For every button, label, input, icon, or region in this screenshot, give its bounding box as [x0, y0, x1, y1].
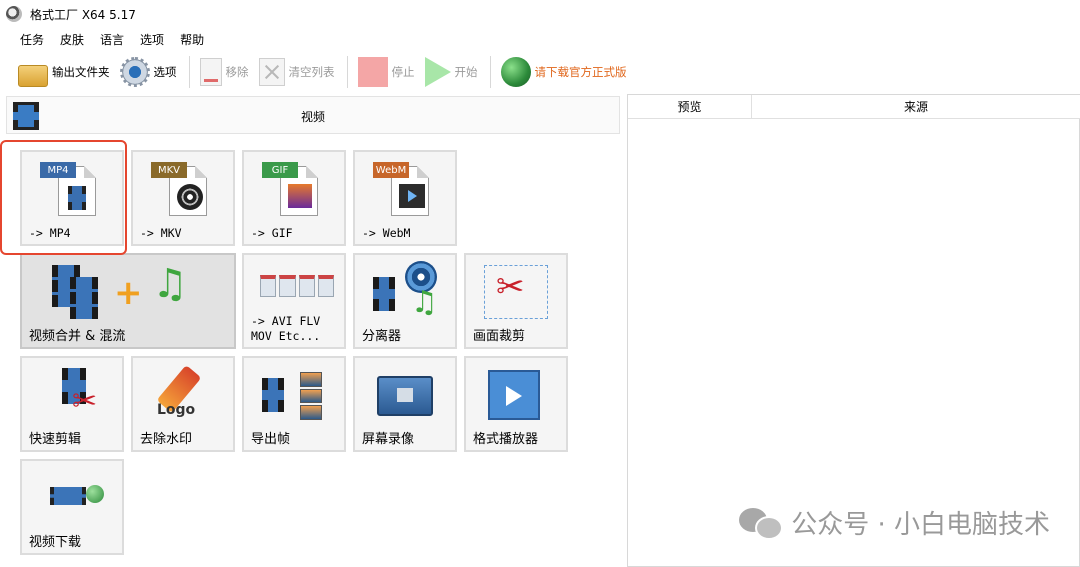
menu-options[interactable]: 选项 [132, 31, 172, 48]
logo-icon: Logo [157, 402, 196, 418]
stop-icon [357, 57, 388, 87]
player-icon [488, 370, 540, 420]
tile-label: -> WebM [362, 226, 411, 240]
watermark: 公众号 · 小白电脑技术 [739, 504, 1050, 541]
tile-export-frames[interactable]: 导出帧 [242, 356, 346, 452]
output-folder-label: 输出文件夹 [52, 65, 110, 79]
clear-list-label: 清空列表 [288, 65, 335, 79]
highlight-annotation [0, 140, 127, 255]
film-icon [262, 378, 284, 412]
tile-quick-edit[interactable]: ✂ 快速剪辑 [20, 356, 124, 452]
category-label: 视频 [300, 110, 325, 124]
tile-to-mkv[interactable]: MKV -> MKV [131, 150, 235, 246]
folder-icon [18, 65, 48, 87]
tile-label: 分离器 [362, 329, 402, 344]
video-play-icon [399, 184, 425, 208]
tile-label: 画面裁剪 [473, 329, 526, 344]
globe-download-icon [500, 57, 531, 87]
webm-badge: WebM [373, 162, 409, 178]
menu-task[interactable]: 任务 [12, 31, 52, 48]
film-icon [70, 277, 98, 319]
film-icon [373, 277, 395, 311]
disc-icon [177, 184, 203, 210]
toolbar-separator [188, 56, 190, 88]
stop-button[interactable]: 停止 [354, 54, 419, 90]
column-preview[interactable]: 预览 [628, 95, 752, 119]
window-title: 格式工厂 X64 5.17 [30, 7, 136, 22]
stop-label: 停止 [391, 65, 415, 79]
wechat-icon [739, 506, 784, 540]
title-bar: 格式工厂 X64 5.17 [0, 0, 1080, 28]
clear-list-button[interactable]: 清空列表 [255, 54, 339, 90]
tile-label: 导出帧 [251, 432, 291, 447]
tile-video-merge[interactable]: + ♫ 视频合并 & 混流 [20, 253, 236, 349]
app-logo-icon [6, 6, 22, 22]
clear-list-icon [258, 58, 285, 86]
monitor-icon [377, 376, 433, 416]
frames-icon [300, 372, 322, 421]
column-source[interactable]: 来源 [752, 95, 1080, 119]
tile-label: 视频合并 & 混流 [29, 329, 126, 344]
start-label: 开始 [454, 65, 478, 79]
tile-to-gif[interactable]: GIF -> GIF [242, 150, 346, 246]
start-button[interactable]: 开始 [421, 54, 482, 90]
toolbar: 输出文件夹 选项 移除 清空列表 停止 开始 请下载官方正式版 [0, 52, 1080, 92]
music-note-icon: ♫ [411, 285, 438, 320]
download-official-label: 请下载官方正式版 [534, 65, 627, 79]
tile-label: 快速剪辑 [29, 432, 82, 447]
tile-label: 去除水印 [140, 432, 193, 447]
plus-icon: + [114, 273, 143, 313]
menu-help[interactable]: 帮助 [172, 31, 212, 48]
tile-label: -> AVI FLV MOV Etc... [251, 314, 321, 343]
tile-to-webm[interactable]: WebM -> WebM [353, 150, 457, 246]
tile-label: -> GIF [251, 226, 293, 240]
tile-label: 屏幕录像 [362, 432, 415, 447]
remove-document-icon [199, 58, 222, 86]
menu-bar: 任务 皮肤 语言 选项 帮助 [0, 28, 1080, 50]
video-category-header[interactable]: 视频 [6, 96, 620, 134]
output-folder-button[interactable]: 输出文件夹 [14, 54, 114, 90]
gif-badge: GIF [262, 162, 298, 178]
menu-skin[interactable]: 皮肤 [52, 31, 92, 48]
scissors-icon: ✂ [72, 384, 98, 419]
toolbar-separator [489, 56, 491, 88]
options-label: 选项 [153, 65, 177, 79]
format-icons [260, 275, 334, 297]
download-official-button[interactable]: 请下载官方正式版 [497, 54, 631, 90]
task-list-panel[interactable]: 预览 来源 [627, 94, 1080, 567]
tile-screen-record[interactable]: 屏幕录像 [353, 356, 457, 452]
menu-language[interactable]: 语言 [92, 31, 132, 48]
remove-button[interactable]: 移除 [196, 54, 253, 90]
mkv-badge: MKV [151, 162, 187, 178]
scissors-icon: ✂ [496, 267, 525, 307]
photo-icon [288, 184, 312, 208]
tile-to-avi-flv-mov[interactable]: -> AVI FLV MOV Etc... [242, 253, 346, 349]
tile-format-player[interactable]: 格式播放器 [464, 356, 568, 452]
gear-icon [119, 57, 150, 87]
tile-video-download[interactable]: 视频下载 [20, 459, 124, 555]
music-note-icon: ♫ [152, 261, 188, 307]
remove-label: 移除 [225, 65, 249, 79]
tile-label: 视频下载 [29, 535, 82, 550]
tile-crop[interactable]: ✂ 画面裁剪 [464, 253, 568, 349]
tile-splitter[interactable]: ♫ 分离器 [353, 253, 457, 349]
play-icon [424, 57, 451, 87]
tile-remove-watermark[interactable]: Logo 去除水印 [131, 356, 235, 452]
tile-label: 格式播放器 [473, 432, 539, 447]
toolbar-separator [346, 56, 348, 88]
tile-label: -> MKV [140, 226, 182, 240]
options-button[interactable]: 选项 [116, 54, 181, 90]
watermark-text: 公众号 · 小白电脑技术 [791, 510, 1050, 540]
video-download-icon [50, 485, 104, 505]
